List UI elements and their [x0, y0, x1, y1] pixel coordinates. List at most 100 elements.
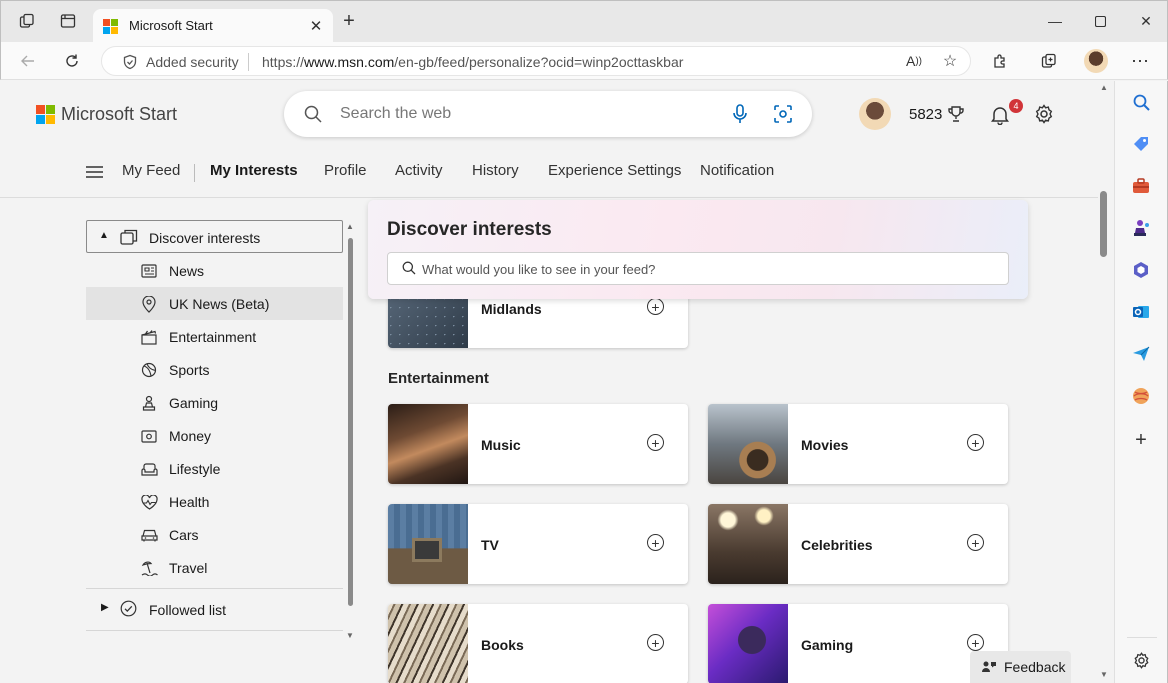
nav-my-interests[interactable]: My Interests: [210, 162, 298, 179]
search-icon: [402, 261, 416, 280]
trophy-icon[interactable]: [947, 105, 965, 128]
settings-more-icon[interactable]: ⋯: [1129, 50, 1151, 72]
collapse-arrow-icon[interactable]: ▲: [99, 230, 109, 241]
rewards-points[interactable]: 5823: [909, 106, 942, 123]
gear-icon[interactable]: [1130, 649, 1152, 671]
url-text[interactable]: https://www.msn.com/en-gb/feed/personali…: [262, 54, 683, 70]
search-icon[interactable]: [1130, 91, 1152, 113]
expand-arrow-icon[interactable]: ▶: [101, 602, 109, 613]
plus-circle-icon[interactable]: +: [647, 634, 664, 651]
interests-main: Discover interests What would you like t…: [368, 200, 1098, 683]
tools-briefcase-icon[interactable]: [1130, 175, 1152, 197]
scroll-up-icon[interactable]: ▲: [1100, 83, 1108, 92]
url-bar[interactable]: Added security https://www.msn.com/en-gb…: [101, 46, 971, 76]
sidebar-item-label: Money: [169, 428, 212, 444]
extensions-icon[interactable]: [989, 50, 1011, 72]
nav-profile[interactable]: Profile: [324, 162, 367, 179]
interest-search-input[interactable]: What would you like to see in your feed?: [387, 252, 1009, 285]
sidebar-item-news[interactable]: News: [86, 254, 343, 287]
nav-history[interactable]: History: [472, 162, 519, 179]
nav-notification[interactable]: Notification: [700, 162, 774, 179]
interest-tile-movies[interactable]: Movies +: [708, 404, 1008, 484]
collections-icon[interactable]: [1038, 50, 1060, 72]
web-search-box[interactable]: Search the web: [284, 91, 812, 137]
beach-icon: [140, 559, 158, 577]
profile-avatar[interactable]: [1084, 49, 1108, 73]
tile-label: Midlands: [481, 301, 542, 317]
browser-title-bar: Microsoft Start ✕ + — ✕: [0, 0, 1168, 43]
feedback-button[interactable]: Feedback: [970, 651, 1071, 683]
back-icon[interactable]: [17, 50, 39, 72]
extension-sphere-icon[interactable]: [1130, 385, 1152, 407]
scroll-down-icon[interactable]: ▼: [1100, 670, 1108, 679]
nav-my-feed[interactable]: My Feed: [122, 162, 180, 179]
entertainment-section-title: Entertainment: [388, 370, 489, 387]
workspaces-icon[interactable]: [16, 10, 38, 32]
hamburger-menu-icon[interactable]: [86, 165, 103, 184]
sidebar-item-uk-news[interactable]: UK News (Beta): [86, 287, 343, 320]
sidebar-item-travel[interactable]: Travel: [86, 551, 343, 584]
maximize-icon[interactable]: [1085, 9, 1115, 33]
sidebar-item-label: News: [169, 263, 205, 279]
plus-circle-icon[interactable]: +: [647, 298, 664, 315]
tile-label: Gaming: [801, 637, 854, 653]
interest-tile-gaming[interactable]: Gaming +: [708, 604, 1008, 683]
add-icon[interactable]: +: [1130, 429, 1152, 451]
plus-circle-icon[interactable]: +: [967, 434, 984, 451]
sidebar-followed-list[interactable]: ▶ Followed list: [86, 592, 343, 625]
read-aloud-icon[interactable]: A)): [903, 50, 925, 72]
user-avatar[interactable]: [859, 98, 891, 130]
microsoft-start-logo[interactable]: Microsoft Start: [36, 104, 177, 125]
tab-actions-icon[interactable]: [57, 10, 79, 32]
nav-activity[interactable]: Activity: [395, 162, 443, 179]
search-placeholder[interactable]: Search the web: [340, 105, 451, 123]
outlook-icon[interactable]: [1130, 301, 1152, 323]
sidebar-item-entertainment[interactable]: Entertainment: [86, 320, 343, 353]
microphone-icon[interactable]: [732, 104, 748, 129]
gear-icon[interactable]: [1034, 104, 1054, 129]
new-tab-icon[interactable]: +: [338, 10, 360, 32]
sidebar-item-cars[interactable]: Cars: [86, 518, 343, 551]
interest-tile-music[interactable]: Music +: [388, 404, 688, 484]
notification-bell-icon[interactable]: [990, 105, 1010, 130]
car-icon: [140, 526, 158, 544]
close-window-icon[interactable]: ✕: [1131, 9, 1161, 33]
page-scrollbar[interactable]: ▲ ▼: [1098, 81, 1110, 683]
security-indicator[interactable]: Added security: [122, 54, 239, 70]
sidebar-discover-interests[interactable]: ▲ Discover interests: [86, 220, 343, 253]
sidebar-scrollbar[interactable]: ▲ ▼: [345, 220, 357, 640]
page-scroll-thumb[interactable]: [1100, 191, 1107, 257]
shopping-tag-icon[interactable]: [1130, 133, 1152, 155]
games-icon[interactable]: [1130, 217, 1152, 239]
close-tab-icon[interactable]: ✕: [305, 15, 327, 37]
microsoft-365-icon[interactable]: [1130, 259, 1152, 281]
nav-experience-settings[interactable]: Experience Settings: [548, 162, 681, 179]
plus-circle-icon[interactable]: +: [967, 634, 984, 651]
interest-search-placeholder[interactable]: What would you like to see in your feed?: [422, 262, 655, 277]
tile-label: Movies: [801, 437, 849, 453]
sidebar-item-gaming[interactable]: Gaming: [86, 386, 343, 419]
plus-circle-icon[interactable]: +: [647, 434, 664, 451]
scroll-up-icon[interactable]: ▲: [346, 222, 354, 231]
interest-tile-celebrities[interactable]: Celebrities +: [708, 504, 1008, 584]
interest-tile-books[interactable]: Books +: [388, 604, 688, 683]
scroll-down-icon[interactable]: ▼: [346, 631, 354, 640]
sidebar-item-sports[interactable]: Sports: [86, 353, 343, 386]
feedback-label: Feedback: [1004, 659, 1066, 675]
sidebar-item-health[interactable]: Health: [86, 485, 343, 518]
newspaper-icon: [140, 262, 158, 280]
favorites-add-icon[interactable]: ☆: [939, 50, 961, 72]
security-label: Added security: [146, 54, 239, 70]
plus-circle-icon[interactable]: +: [647, 534, 664, 551]
tab-microsoft-start[interactable]: Microsoft Start ✕: [93, 9, 333, 43]
sidebar-item-money[interactable]: Money: [86, 419, 343, 452]
plus-circle-icon[interactable]: +: [967, 534, 984, 551]
sidebar-item-lifestyle[interactable]: Lifestyle: [86, 452, 343, 485]
send-icon[interactable]: [1130, 343, 1152, 365]
refresh-icon[interactable]: [61, 50, 83, 72]
sidebar-scroll-thumb[interactable]: [348, 238, 353, 606]
sidebar-item-label: Entertainment: [169, 329, 257, 345]
minimize-icon[interactable]: —: [1040, 9, 1070, 33]
interest-tile-tv[interactable]: TV +: [388, 504, 688, 584]
visual-search-icon[interactable]: [773, 104, 793, 129]
